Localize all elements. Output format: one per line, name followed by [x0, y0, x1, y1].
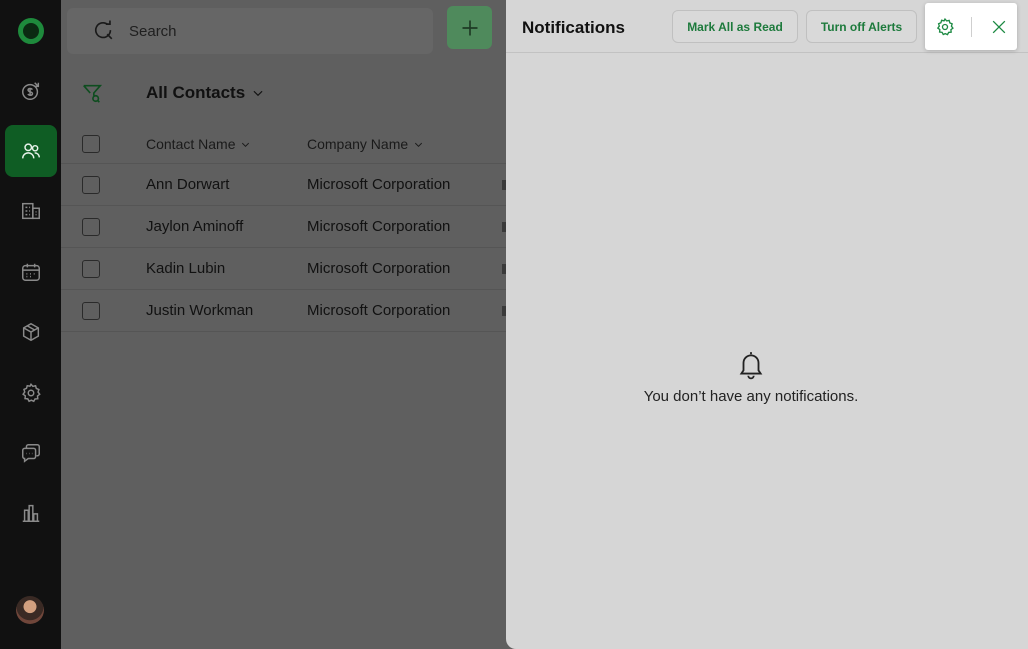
plus-icon: [462, 20, 477, 35]
panel-title: Notifications: [522, 18, 625, 37]
chevron-down-icon: [242, 142, 250, 147]
table-row[interactable]: Ann Dorwart Microsoft Corporation: [61, 164, 506, 206]
table-row[interactable]: Jaylon Aminoff Microsoft Corporation: [61, 206, 506, 248]
row-checkbox[interactable]: [82, 301, 100, 320]
mark-all-read-button[interactable]: Mark All as Read: [672, 10, 798, 43]
column-header-contact[interactable]: Contact Name: [146, 136, 251, 152]
row-checkbox[interactable]: [82, 217, 100, 236]
search-bar[interactable]: Search: [67, 8, 433, 54]
app-logo[interactable]: [18, 18, 44, 44]
divider: [971, 16, 972, 37]
rail-calendar[interactable]: [5, 246, 57, 298]
contacts-icon: [22, 143, 40, 159]
company-name: Microsoft Corporation: [307, 302, 451, 319]
column-header-company[interactable]: Company Name: [307, 136, 424, 152]
rail-reports[interactable]: [5, 487, 57, 539]
notifications-panel: Notifications Mark All as Read Turn off …: [506, 0, 1028, 649]
table-row[interactable]: Kadin Lubin Microsoft Corporation: [61, 248, 506, 290]
contact-name[interactable]: Jaylon Aminoff: [146, 218, 243, 235]
rail-settings[interactable]: [5, 367, 57, 419]
table-row[interactable]: Justin Workman Microsoft Corporation: [61, 290, 506, 332]
contact-name[interactable]: Kadin Lubin: [146, 260, 225, 277]
user-avatar[interactable]: [16, 596, 44, 624]
contact-name[interactable]: Justin Workman: [146, 302, 253, 319]
empty-message: You don’t have any notifications.: [643, 388, 859, 405]
empty-state: You don’t have any notifications.: [506, 350, 996, 405]
rail-deals[interactable]: [5, 65, 57, 117]
select-all-checkbox[interactable]: [82, 135, 100, 153]
row-checkbox[interactable]: [82, 175, 100, 194]
filter-icon: [83, 84, 103, 103]
company-name: Microsoft Corporation: [307, 218, 451, 235]
bell-icon: [739, 352, 763, 380]
rail-products[interactable]: [5, 306, 57, 358]
add-button[interactable]: [447, 6, 492, 49]
search-icon: [95, 20, 113, 40]
reports-icon: [22, 504, 40, 522]
view-selector[interactable]: All Contacts: [146, 83, 265, 103]
rail-chat[interactable]: [5, 427, 57, 479]
chat-icon: [22, 444, 40, 463]
company-name: Microsoft Corporation: [307, 260, 451, 277]
close-panel-button[interactable]: [981, 9, 1017, 45]
search-placeholder: Search: [129, 22, 177, 40]
table-header: Contact Name Company Name: [61, 125, 506, 164]
settings-icon: [22, 383, 41, 403]
filter-button[interactable]: [81, 82, 103, 104]
contacts-table: Contact Name Company Name Ann Dorwart Mi…: [61, 125, 506, 332]
gear-icon: [936, 17, 954, 35]
chevron-down-icon: [253, 90, 263, 97]
company-name: Microsoft Corporation: [307, 176, 451, 193]
row-checkbox[interactable]: [82, 259, 100, 278]
panel-tools: [925, 3, 1017, 50]
companies-icon: [22, 202, 40, 220]
page-title: All Contacts: [146, 83, 246, 102]
deals-icon: [22, 82, 40, 100]
chevron-down-icon: [415, 142, 423, 147]
turn-off-alerts-button[interactable]: Turn off Alerts: [806, 10, 917, 43]
rail-companies[interactable]: [5, 185, 57, 237]
notifications-header: Notifications Mark All as Read Turn off …: [506, 0, 1028, 53]
notification-settings-button[interactable]: [927, 9, 963, 45]
products-icon: [22, 322, 40, 342]
contact-name[interactable]: Ann Dorwart: [146, 176, 229, 193]
close-icon: [992, 20, 1006, 33]
left-rail: [0, 0, 61, 649]
calendar-icon: [22, 263, 40, 281]
rail-contacts[interactable]: [5, 125, 57, 177]
